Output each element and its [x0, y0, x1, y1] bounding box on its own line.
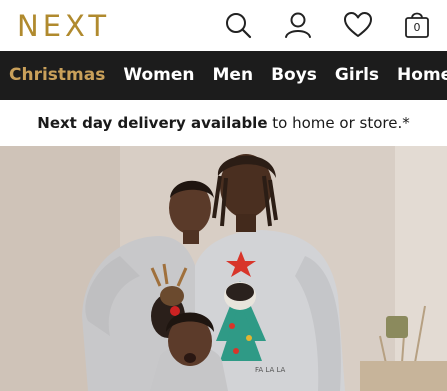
promo-bold-text: Next day delivery available — [37, 114, 268, 132]
main-nav: Christmas Women Men Boys Girls Home — [0, 51, 447, 100]
account-icon[interactable] — [281, 8, 315, 42]
bag-icon[interactable]: 0 — [400, 8, 434, 42]
nav-item-men[interactable]: Men — [213, 51, 254, 100]
nav-item-women[interactable]: Women — [123, 51, 194, 100]
shirt-text: FA LA LA — [255, 366, 286, 374]
search-icon[interactable] — [221, 8, 255, 42]
nav-item-boys[interactable]: Boys — [271, 51, 317, 100]
bag-count: 0 — [413, 21, 421, 34]
heart-icon[interactable] — [341, 8, 375, 42]
promo-text: to home or store.* — [267, 114, 410, 132]
nav-item-home[interactable]: Home — [397, 51, 447, 100]
family-pyjamas-illustration: FA LA LA — [0, 146, 447, 391]
site-header: NEXT 0 — [0, 0, 447, 51]
delivery-promo-banner[interactable]: Next day delivery available to home or s… — [0, 100, 447, 146]
next-logo[interactable]: NEXT — [17, 9, 110, 43]
nav-item-christmas[interactable]: Christmas — [9, 51, 105, 100]
nav-item-girls[interactable]: Girls — [335, 51, 379, 100]
hero-image[interactable]: FA LA LA — [0, 146, 447, 391]
